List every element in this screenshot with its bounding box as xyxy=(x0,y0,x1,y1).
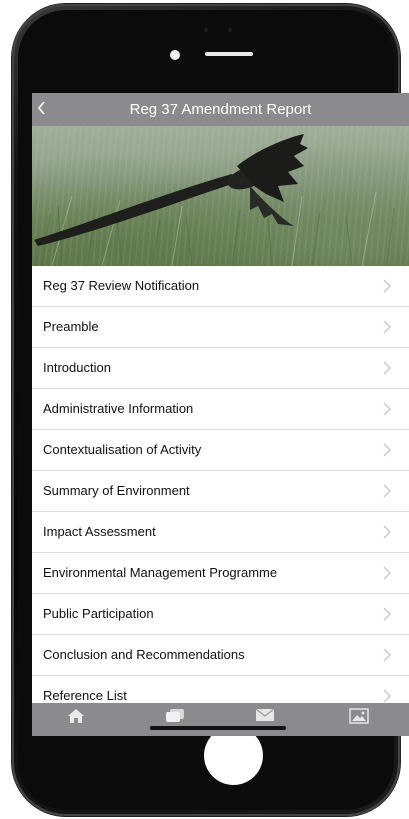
list-item-label: Contextualisation of Activity xyxy=(43,442,202,457)
list-item-label: Conclusion and Recommendations xyxy=(43,647,245,662)
page-title: Reg 37 Amendment Report xyxy=(129,101,312,118)
chevron-right-icon xyxy=(383,402,391,416)
list-item-environmental-management-programme[interactable]: Environmental Management Programme xyxy=(32,553,409,594)
chevron-right-icon xyxy=(383,361,391,375)
list-item-label: Administrative Information xyxy=(43,401,194,416)
report-section-list: Reg 37 Review Notification Preamble Intr… xyxy=(32,266,409,717)
hero-image xyxy=(32,126,409,266)
mail-icon xyxy=(255,708,275,721)
list-item-impact-assessment[interactable]: Impact Assessment xyxy=(32,512,409,553)
list-item-label: Preamble xyxy=(43,319,99,334)
tab-bar xyxy=(32,703,409,736)
home-icon xyxy=(68,709,84,723)
image-icon xyxy=(349,708,369,724)
list-item-public-participation[interactable]: Public Participation xyxy=(32,594,409,635)
chat-icon xyxy=(166,709,184,722)
list-item-contextualisation-of-activity[interactable]: Contextualisation of Activity xyxy=(32,430,409,471)
list-item-label: Introduction xyxy=(43,360,111,375)
list-item-label: Reg 37 Review Notification xyxy=(43,278,200,293)
chevron-right-icon xyxy=(383,607,391,621)
chevron-left-icon[interactable] xyxy=(36,99,50,119)
front-camera xyxy=(170,50,180,60)
bird-in-flight-photo xyxy=(34,134,395,266)
list-item-preamble[interactable]: Preamble xyxy=(32,307,409,348)
list-item-label: Summary of Environment xyxy=(43,483,190,498)
list-item-label: Public Participation xyxy=(43,606,154,621)
list-item-label: Impact Assessment xyxy=(43,524,156,539)
list-item-reg37-review-notification[interactable]: Reg 37 Review Notification xyxy=(32,266,409,307)
chevron-right-icon xyxy=(383,566,391,580)
list-item-introduction[interactable]: Introduction xyxy=(32,348,409,389)
list-item-label: Environmental Management Programme xyxy=(43,565,278,580)
sensor xyxy=(204,28,208,32)
sensor xyxy=(228,28,232,32)
tab-gallery[interactable] xyxy=(329,703,389,731)
chevron-right-icon xyxy=(383,484,391,498)
list-item-administrative-information[interactable]: Administrative Information xyxy=(32,389,409,430)
chevron-right-icon xyxy=(383,648,391,662)
chevron-right-icon xyxy=(383,525,391,539)
chevron-right-icon xyxy=(383,279,391,293)
chevron-right-icon xyxy=(383,443,391,457)
home-indicator[interactable] xyxy=(150,726,286,730)
list-item-summary-of-environment[interactable]: Summary of Environment xyxy=(32,471,409,512)
chevron-right-icon xyxy=(383,689,391,703)
chevron-right-icon xyxy=(383,320,391,334)
tab-home[interactable] xyxy=(47,703,107,731)
earpiece-speaker xyxy=(205,52,253,56)
app-screen: Reg 37 Amendment Report Reg 37 Review No… xyxy=(32,93,409,736)
list-item-conclusion-and-recommendations[interactable]: Conclusion and Recommendations xyxy=(32,635,409,676)
navigation-bar: Reg 37 Amendment Report xyxy=(32,93,409,126)
